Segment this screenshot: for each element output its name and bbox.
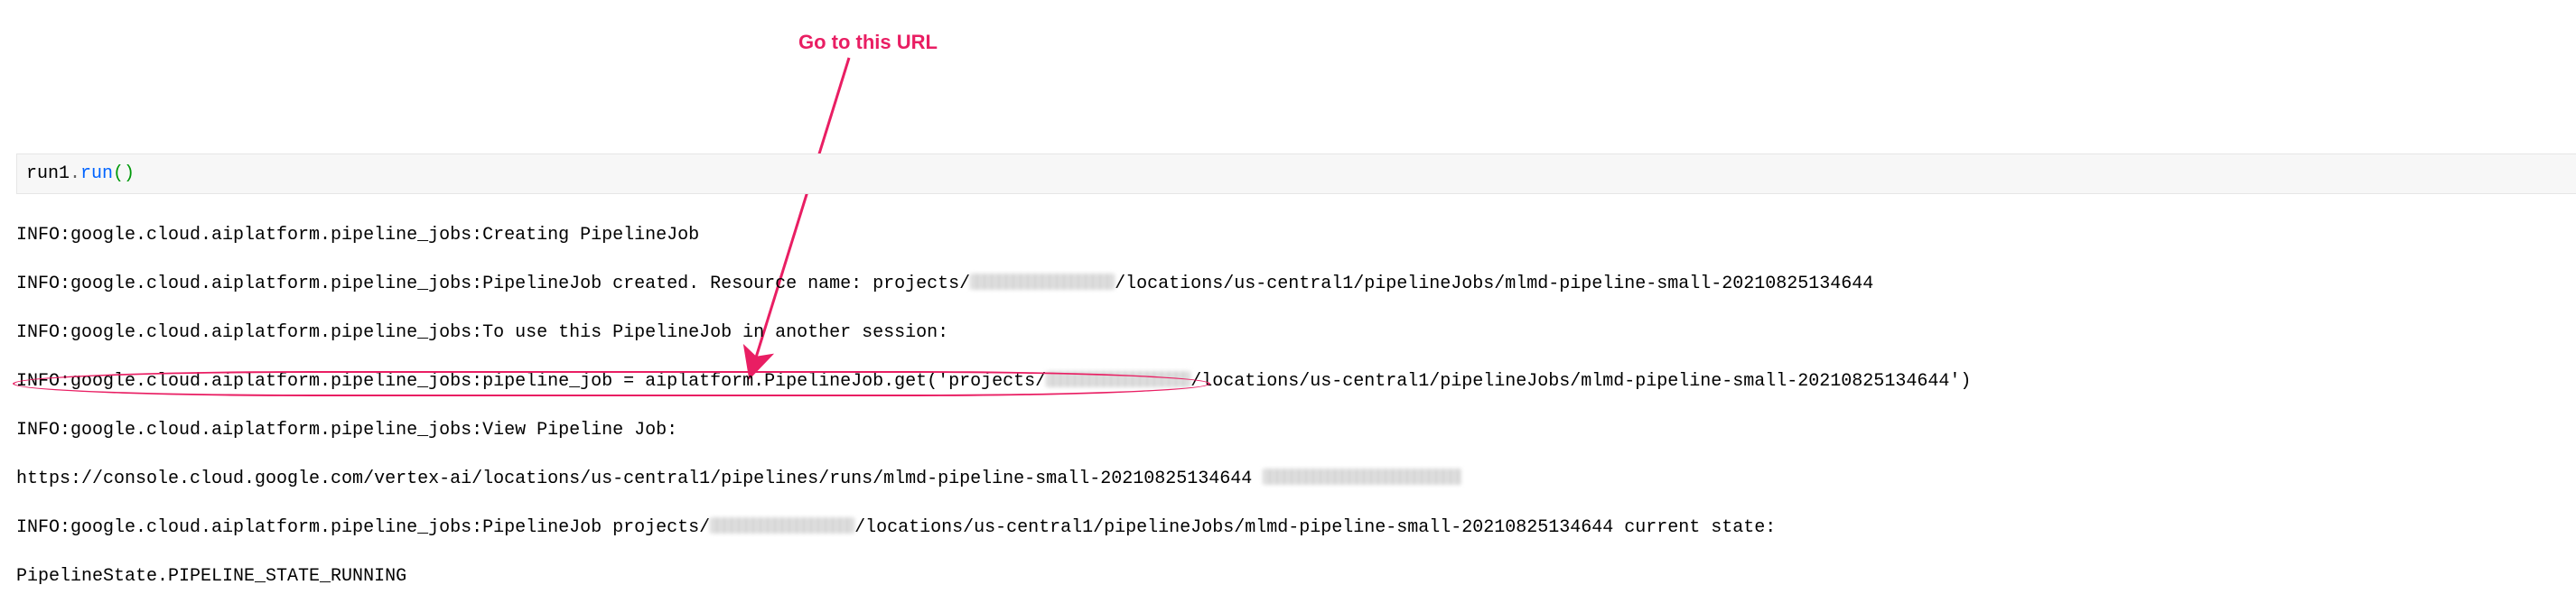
code-method: run	[80, 163, 113, 184]
log-line: INFO:google.cloud.aiplatform.pipeline_jo…	[16, 418, 2576, 442]
console-url[interactable]: https://console.cloud.google.com/vertex-…	[16, 469, 1252, 489]
redacted-project-id	[970, 274, 1115, 290]
log-text: /locations/us-central1/pipelineJobs/mlmd…	[1190, 371, 1971, 392]
redacted-project-id	[710, 517, 854, 534]
log-text: INFO:google.cloud.aiplatform.pipeline_jo…	[16, 371, 1046, 392]
log-line: INFO:google.cloud.aiplatform.pipeline_jo…	[16, 320, 2576, 345]
log-text: /locations/us-central1/pipelineJobs/mlmd…	[854, 517, 1776, 538]
log-text: INFO:google.cloud.aiplatform.pipeline_jo…	[16, 274, 970, 294]
redacted-query	[1263, 469, 1461, 485]
code-object: run1	[26, 163, 70, 184]
log-line: INFO:google.cloud.aiplatform.pipeline_jo…	[16, 369, 2576, 394]
log-output: INFO:google.cloud.aiplatform.pipeline_jo…	[16, 199, 2576, 613]
code-parens: ()	[113, 163, 135, 184]
log-line: INFO:google.cloud.aiplatform.pipeline_jo…	[16, 223, 2576, 247]
log-text: INFO:google.cloud.aiplatform.pipeline_jo…	[16, 517, 710, 538]
redacted-project-id	[1046, 371, 1190, 387]
log-line: PipelineState.PIPELINE_STATE_RUNNING	[16, 564, 2576, 589]
annotation-label: Go to this URL	[798, 29, 938, 56]
code-input-cell: run1.run()	[16, 153, 2576, 194]
code-dot: .	[70, 163, 80, 184]
log-text: /locations/us-central1/pipelineJobs/mlmd…	[1115, 274, 1873, 294]
log-line-url: https://console.cloud.google.com/vertex-…	[16, 467, 2576, 491]
log-line: INFO:google.cloud.aiplatform.pipeline_jo…	[16, 272, 2576, 296]
log-line: INFO:google.cloud.aiplatform.pipeline_jo…	[16, 515, 2576, 540]
